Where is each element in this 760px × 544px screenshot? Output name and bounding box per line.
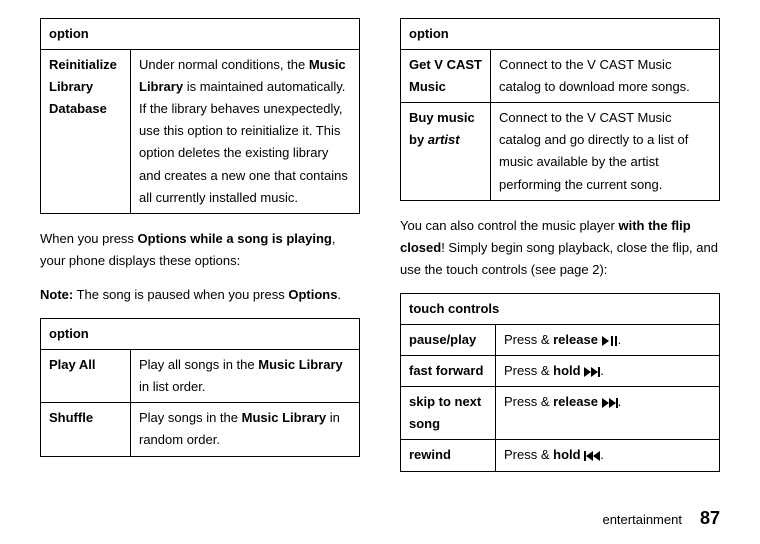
touch-controls-table: touch controls pause/play Press & releas… <box>400 293 720 472</box>
table-row: Play All Play all songs in the Music Lib… <box>41 350 360 403</box>
left-column: option Reinitialize Library Database Und… <box>40 18 360 478</box>
touch-label: skip to next song <box>401 387 496 440</box>
table-row: Reinitialize Library Database Under norm… <box>41 50 360 214</box>
option-label: Get V CAST Music <box>401 50 491 103</box>
option-table-playing: option Play All Play all songs in the Mu… <box>40 318 360 456</box>
option-label: Shuffle <box>41 403 131 456</box>
touch-label: rewind <box>401 440 496 471</box>
option-label: Play All <box>41 350 131 403</box>
touch-action: Press & release . <box>496 387 720 440</box>
table-row: Buy music by artist Connect to the V CAS… <box>401 103 720 200</box>
option-description: Under normal conditions, the Music Libra… <box>131 50 360 214</box>
table-row: Get V CAST Music Connect to the V CAST M… <box>401 50 720 103</box>
option-label: Buy music by artist <box>401 103 491 200</box>
section-name: entertainment <box>602 512 682 527</box>
touch-action: Press & release . <box>496 325 720 356</box>
table-header: option <box>41 319 360 350</box>
option-description: Play all songs in the Music Library in l… <box>131 350 360 403</box>
note: Note: The song is paused when you press … <box>40 284 360 306</box>
page-footer: entertainment 87 <box>602 503 720 534</box>
touch-label: pause/play <box>401 325 496 356</box>
play-pause-icon <box>602 336 618 346</box>
page-number: 87 <box>700 508 720 528</box>
rewind-icon <box>584 451 600 461</box>
option-label: Reinitialize Library Database <box>41 50 131 214</box>
touch-action: Press & hold . <box>496 356 720 387</box>
option-table-vcast: option Get V CAST Music Connect to the V… <box>400 18 720 201</box>
option-description: Play songs in the Music Library in rando… <box>131 403 360 456</box>
table-row: skip to next song Press & release . <box>401 387 720 440</box>
table-row: Shuffle Play songs in the Music Library … <box>41 403 360 456</box>
skip-next-icon <box>602 398 618 408</box>
option-description: Connect to the V CAST Music catalog to d… <box>491 50 720 103</box>
table-row: fast forward Press & hold . <box>401 356 720 387</box>
table-header: option <box>401 19 720 50</box>
table-row: pause/play Press & release . <box>401 325 720 356</box>
paragraph-flip-closed: You can also control the music player wi… <box>400 215 720 281</box>
right-column: option Get V CAST Music Connect to the V… <box>400 18 720 478</box>
paragraph-options-playing: When you press Options while a song is p… <box>40 228 360 272</box>
option-description: Connect to the V CAST Music catalog and … <box>491 103 720 200</box>
table-header: option <box>41 19 360 50</box>
touch-label: fast forward <box>401 356 496 387</box>
fast-forward-icon <box>584 367 600 377</box>
table-header: touch controls <box>401 293 720 324</box>
table-row: rewind Press & hold . <box>401 440 720 471</box>
option-table-reinit: option Reinitialize Library Database Und… <box>40 18 360 214</box>
touch-action: Press & hold . <box>496 440 720 471</box>
